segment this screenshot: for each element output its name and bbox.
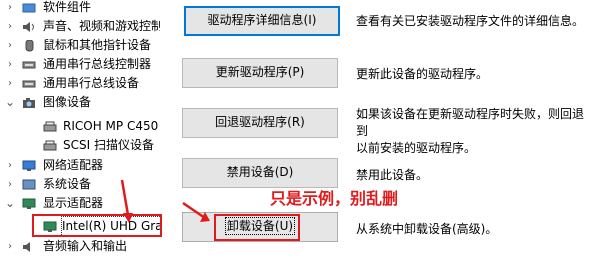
arrow-down-icon xyxy=(120,179,133,223)
arrow-diagonal-icon xyxy=(182,201,210,222)
annotation-arrows xyxy=(120,179,210,223)
